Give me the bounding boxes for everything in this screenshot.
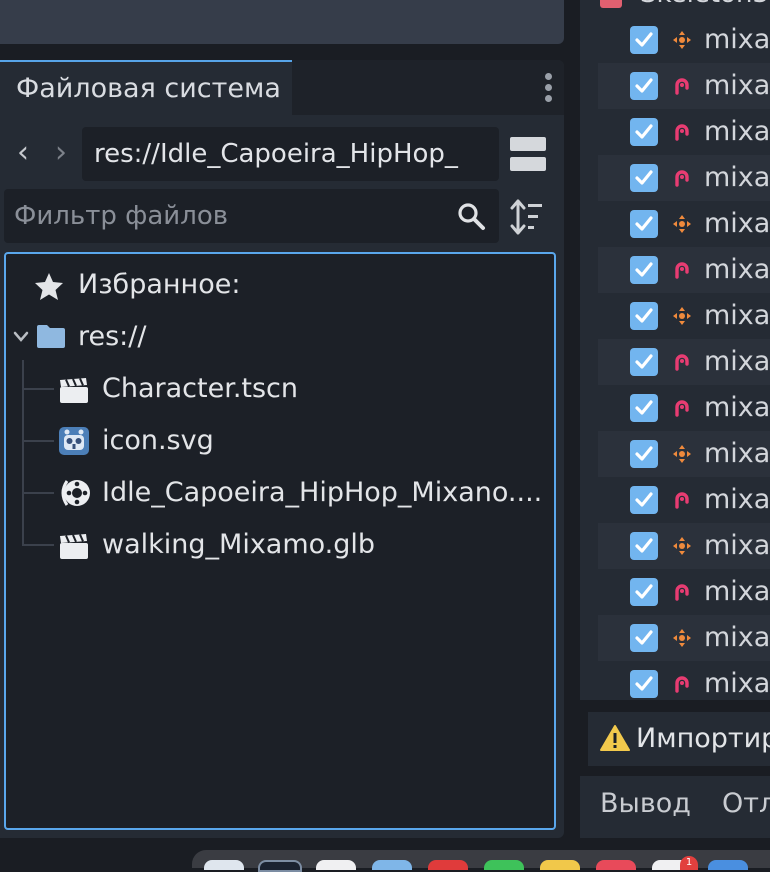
bone-attachment-icon: [675, 262, 689, 279]
dock-menu-icon[interactable]: [538, 70, 558, 106]
split-layout-icon[interactable]: [510, 137, 546, 173]
godot-icon: [59, 427, 89, 455]
bone-label[interactable]: mixa: [704, 523, 770, 569]
bone-checkbox[interactable]: [630, 670, 658, 698]
filter-input-box[interactable]: [14, 190, 444, 242]
dock-app-godot-icon[interactable]: [258, 860, 302, 872]
bone-icon: [673, 31, 691, 49]
dock-app-icon[interactable]: [428, 860, 468, 870]
bone-label[interactable]: mixa: [704, 339, 770, 385]
scene-clapper-icon: [60, 534, 88, 559]
bone-label[interactable]: mixa: [704, 247, 770, 293]
dock-app-icon[interactable]: [596, 860, 636, 870]
bone-attachment-icon: [675, 124, 689, 141]
back-arrow-icon[interactable]: ‹: [8, 130, 38, 176]
top-panel-strip: [0, 0, 564, 44]
animation-icon: [61, 480, 90, 506]
bone-attachment-icon: [675, 584, 689, 601]
bone-label[interactable]: mixa: [704, 615, 770, 661]
bone-checkbox[interactable]: [630, 118, 658, 146]
bone-label[interactable]: mixa: [704, 569, 770, 615]
dock-app-icon[interactable]: [316, 860, 356, 870]
root-folder-label[interactable]: res://: [78, 314, 146, 360]
bone-checkbox[interactable]: [630, 440, 658, 468]
bone-icon: [673, 307, 691, 325]
path-field[interactable]: res://Idle_Capoeira_HipHop_: [82, 127, 499, 181]
bone-label[interactable]: mixa: [704, 293, 770, 339]
bone-checkbox[interactable]: [630, 302, 658, 330]
bone-checkbox[interactable]: [630, 532, 658, 560]
scene-clapper-icon: [60, 378, 88, 403]
bone-label[interactable]: mixa: [704, 17, 770, 63]
tab-filesystem[interactable]: Файловая система: [0, 60, 292, 115]
tree-guide-branch: [22, 440, 54, 442]
bone-checkbox[interactable]: [630, 486, 658, 514]
bone-checkbox[interactable]: [630, 624, 658, 652]
bone-checkbox[interactable]: [630, 394, 658, 422]
bone-attachment-icon: [675, 78, 689, 95]
bone-checkbox[interactable]: [630, 72, 658, 100]
tree-guide-branch: [22, 492, 54, 494]
bone-checkbox[interactable]: [630, 256, 658, 284]
file-item-label[interactable]: Character.tscn: [102, 366, 298, 412]
bone-label[interactable]: mixa: [704, 477, 770, 523]
bone-label[interactable]: mixa: [704, 385, 770, 431]
bone-attachment-icon: [675, 170, 689, 187]
bone-icon: [673, 445, 691, 463]
bone-attachment-icon: [675, 492, 689, 509]
panel-gap: [580, 700, 770, 712]
skeleton-icon: [600, 0, 622, 8]
search-icon[interactable]: [456, 201, 486, 231]
bone-checkbox[interactable]: [630, 348, 658, 376]
warning-icon: [600, 725, 630, 751]
bone-label[interactable]: mixa: [704, 63, 770, 109]
skeleton-header: Skeleton3D: [640, 0, 770, 8]
bone-label[interactable]: mixa: [704, 109, 770, 155]
tab-bar-empty: [292, 60, 564, 115]
tab-output[interactable]: Вывод: [600, 776, 691, 838]
file-item-label[interactable]: Idle_Capoeira_HipHop_Mixano....: [102, 470, 542, 516]
bone-checkbox[interactable]: [630, 26, 658, 54]
chevron-down-icon[interactable]: [12, 330, 30, 344]
bone-attachment-icon: [675, 400, 689, 417]
tree-guide-branch: [22, 544, 54, 546]
import-button[interactable]: Импортир: [588, 712, 770, 766]
forward-arrow-icon[interactable]: ›: [46, 130, 76, 176]
tree-guide-branch: [22, 388, 54, 390]
import-button-label: Импортир: [636, 723, 770, 754]
star-icon: [35, 273, 63, 300]
bone-icon: [673, 537, 691, 555]
sort-icon[interactable]: [508, 197, 546, 237]
dock-app-icon[interactable]: [484, 860, 524, 870]
file-item-label[interactable]: walking_Mixamo.glb: [102, 522, 375, 568]
bone-icon: [673, 629, 691, 647]
dock-app-icon[interactable]: [540, 860, 580, 870]
bone-label[interactable]: mixa: [704, 155, 770, 201]
folder-icon: [37, 325, 65, 348]
filter-input[interactable]: [4, 189, 499, 243]
bone-checkbox[interactable]: [630, 578, 658, 606]
dock-app-icon[interactable]: [708, 860, 748, 870]
dock-app-finder-icon[interactable]: [204, 860, 244, 870]
bone-label[interactable]: mixa: [704, 201, 770, 247]
bone-attachment-icon: [675, 354, 689, 371]
bone-icon: [673, 215, 691, 233]
dock-app-icon[interactable]: [372, 860, 412, 870]
bone-attachment-icon: [675, 676, 689, 693]
bone-checkbox[interactable]: [630, 210, 658, 238]
favorites-label[interactable]: Избранное:: [78, 262, 240, 308]
tab-debugger[interactable]: Отл: [722, 776, 770, 838]
bone-checkbox[interactable]: [630, 164, 658, 192]
file-item-label[interactable]: icon.svg: [102, 418, 214, 464]
bone-label[interactable]: mixa: [704, 431, 770, 477]
